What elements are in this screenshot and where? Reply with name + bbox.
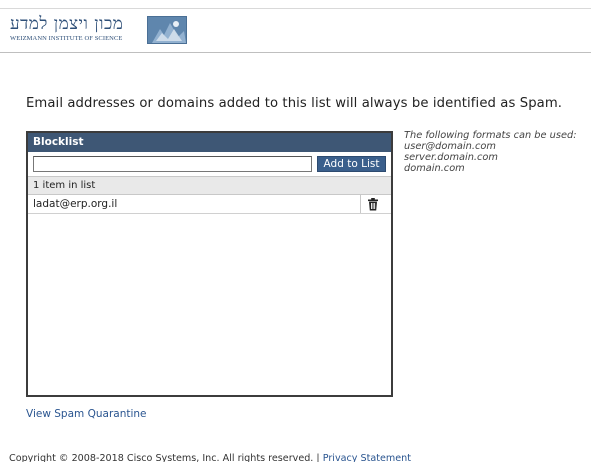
blocklist-title: Blocklist	[28, 133, 391, 152]
item-count: 1 item in list	[28, 176, 391, 195]
list-item-address: ladat@erp.org.il	[33, 198, 118, 210]
format-example: server.domain.com	[404, 152, 498, 163]
header-rule	[0, 52, 591, 53]
logo-hebrew-text: מכון ויצמן למדע	[10, 14, 124, 34]
list-item-divider	[360, 195, 361, 213]
add-row: Add to List	[28, 152, 391, 176]
trash-icon[interactable]	[366, 198, 380, 211]
weizmann-logo[interactable]: מכון ויצמן למדע WEIZMANN INSTITUTE OF SC…	[8, 14, 193, 46]
copyright-text: Copyright © 2008-2018 Cisco Systems, Inc…	[9, 453, 314, 462]
intro-text: Email addresses or domains added to this…	[26, 96, 563, 111]
view-spam-quarantine-link[interactable]: View Spam Quarantine	[26, 408, 147, 420]
privacy-statement-link[interactable]: Privacy Statement	[323, 453, 411, 462]
footer: Copyright © 2008-2018 Cisco Systems, Inc…	[9, 453, 411, 462]
blocklist-panel: Blocklist Add to List 1 item in list lad…	[26, 131, 393, 397]
logo-english-text: WEIZMANN INSTITUTE OF SCIENCE	[10, 35, 123, 42]
format-example: domain.com	[404, 163, 465, 174]
formats-help: The following formats can be used: user@…	[404, 130, 577, 174]
list-item[interactable]: ladat@erp.org.il	[28, 195, 391, 214]
logo-emblem-icon	[147, 16, 187, 44]
footer-separator: |	[316, 453, 320, 462]
format-example: user@domain.com	[404, 141, 496, 152]
formats-hint: The following formats can be used:	[404, 130, 577, 141]
blocklist-input[interactable]	[33, 156, 312, 172]
add-to-list-button[interactable]: Add to List	[317, 156, 386, 172]
top-rule	[0, 8, 591, 9]
